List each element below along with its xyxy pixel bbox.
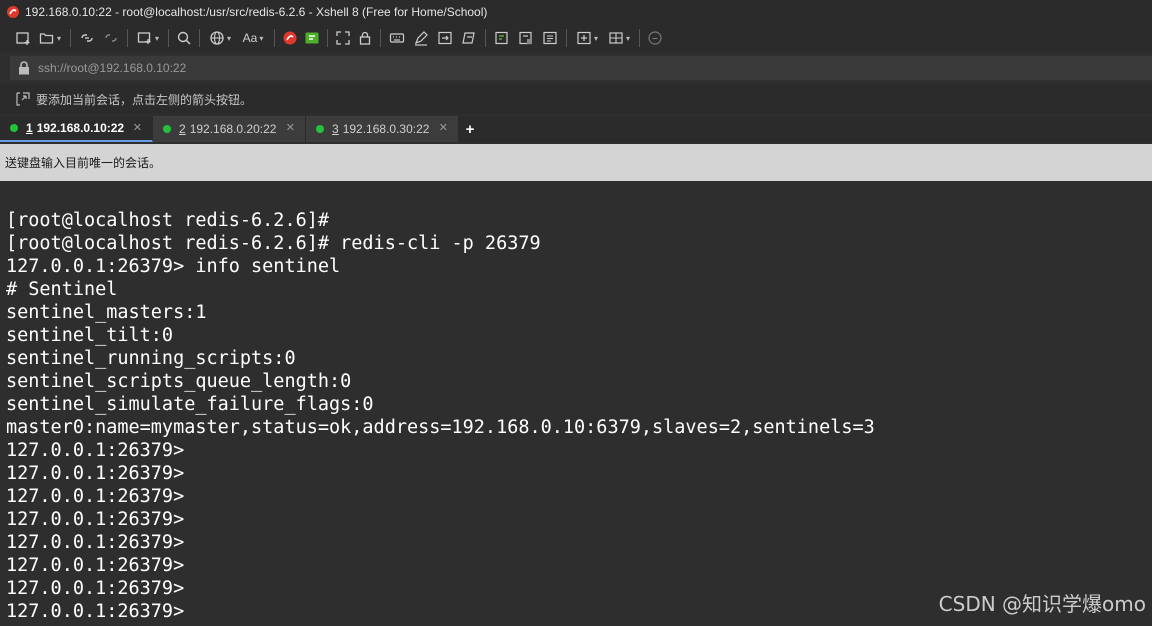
transfer-icon[interactable] [433, 27, 457, 49]
terminal-line: 127.0.0.1:26379> [6, 463, 185, 484]
tab-number: 2 [179, 122, 186, 136]
tab-label: 192.168.0.10:22 [36, 121, 125, 135]
compose-bar[interactable]: 送键盘输入目前唯一的会话。 [0, 144, 1152, 181]
new-window-icon[interactable]: ▾ [132, 27, 164, 49]
terminal-output[interactable]: [root@localhost redis-6.2.6]# [root@local… [0, 181, 1152, 626]
lock-icon[interactable] [354, 27, 376, 49]
tab-session-3[interactable]: 3 192.168.0.30:22 ✕ [306, 116, 459, 142]
new-window-dropdown-icon[interactable]: ▾ [155, 34, 159, 43]
toolbar-separator [639, 29, 640, 47]
address-input[interactable]: ssh://root@192.168.0.10:22 [38, 61, 186, 75]
script-icon[interactable] [457, 27, 481, 49]
main-toolbar: ▾ ▾ ▾ Aa ▾ ▾ ▾ [0, 24, 1152, 52]
connected-status-icon [163, 125, 171, 133]
toolbar-separator [485, 29, 486, 47]
toolbar-separator [168, 29, 169, 47]
fullscreen-icon[interactable] [332, 27, 354, 49]
add-session-arrow-icon[interactable] [16, 92, 34, 106]
tab-number: 1 [26, 121, 33, 135]
lock-icon [10, 61, 38, 75]
toolbar-separator [327, 29, 328, 47]
terminal-line: [root@localhost redis-6.2.6]# [6, 210, 330, 231]
terminal-line: sentinel_masters:1 [6, 302, 207, 323]
tab-session-2[interactable]: 2 192.168.0.20:22 ✕ [153, 116, 306, 142]
disconnect-icon[interactable] [99, 27, 123, 49]
compose-icon[interactable] [490, 27, 514, 49]
window-title: 192.168.0.10:22 - root@localhost:/usr/sr… [25, 5, 488, 19]
new-session-icon[interactable] [12, 27, 34, 49]
connected-status-icon [10, 124, 18, 132]
close-icon[interactable]: ✕ [439, 121, 448, 134]
font-button[interactable]: Aa ▾ [236, 27, 270, 49]
terminal-line: 127.0.0.1:26379> [6, 486, 185, 507]
terminal-line: sentinel_tilt:0 [6, 325, 174, 346]
toolbar-separator [380, 29, 381, 47]
hint-text: 要添加当前会话，点击左侧的箭头按钮。 [36, 92, 253, 107]
font-label: Aa [242, 31, 258, 45]
terminal-line: 127.0.0.1:26379> [6, 509, 185, 530]
session-tab-bar: 1 192.168.0.10:22 ✕ 2 192.168.0.20:22 ✕ … [0, 116, 1152, 142]
xftp-icon[interactable] [301, 27, 323, 49]
globe-dropdown-icon[interactable]: ▾ [227, 34, 231, 43]
toolbar-separator [199, 29, 200, 47]
highlight-pen-icon[interactable] [409, 27, 433, 49]
close-icon[interactable]: ✕ [286, 121, 295, 134]
layout-icon[interactable]: ▾ [603, 27, 635, 49]
globe-icon[interactable]: ▾ [204, 27, 236, 49]
watermark: CSDN @知识学爆omo [938, 592, 1146, 616]
compose-pane-icon[interactable] [514, 27, 538, 49]
toolbar-separator [127, 29, 128, 47]
terminal-line: # Sentinel [6, 279, 118, 300]
terminal-line: master0:name=mymaster,status=ok,address=… [6, 417, 875, 438]
address-bar[interactable]: ssh://root@192.168.0.10:22 [10, 56, 1152, 80]
session-hint-bar: 要添加当前会话，点击左侧的箭头按钮。 [0, 84, 1152, 114]
compose-bar-text: 送键盘输入目前唯一的会话。 [5, 156, 162, 170]
title-bar: 192.168.0.10:22 - root@localhost:/usr/sr… [0, 0, 1152, 24]
tab-number: 3 [332, 122, 339, 136]
toolbar-separator [274, 29, 275, 47]
terminal-line: sentinel_running_scripts:0 [6, 348, 296, 369]
tab-session-1[interactable]: 1 192.168.0.10:22 ✕ [0, 116, 153, 142]
add-tab-dropdown-icon[interactable]: ▾ [594, 34, 598, 43]
tab-label: 192.168.0.30:22 [342, 122, 430, 136]
search-icon[interactable] [173, 27, 195, 49]
terminal-line: 127.0.0.1:26379> [6, 555, 185, 576]
notes-icon[interactable] [538, 27, 562, 49]
add-tab-icon[interactable]: ▾ [571, 27, 603, 49]
close-icon[interactable]: ✕ [133, 121, 142, 134]
terminal-line: 127.0.0.1:26379> [6, 440, 185, 461]
layout-dropdown-icon[interactable]: ▾ [626, 34, 630, 43]
terminal-line: 127.0.0.1:26379> [6, 578, 185, 599]
terminal-line: sentinel_simulate_failure_flags:0 [6, 394, 374, 415]
terminal-line: 127.0.0.1:26379> info sentinel [6, 256, 341, 277]
terminal-line: 127.0.0.1:26379> [6, 601, 185, 622]
terminal-line: [root@localhost redis-6.2.6]# redis-cli … [6, 233, 541, 254]
keyboard-icon[interactable] [385, 27, 409, 49]
help-icon[interactable] [644, 27, 666, 49]
connect-icon[interactable] [75, 27, 99, 49]
tab-label: 192.168.0.20:22 [189, 122, 277, 136]
font-dropdown-icon[interactable]: ▾ [259, 34, 263, 43]
xshell-icon[interactable] [279, 27, 301, 49]
terminal-line: sentinel_scripts_queue_length:0 [6, 371, 352, 392]
terminal-line: 127.0.0.1:26379> [6, 532, 185, 553]
open-folder-icon[interactable]: ▾ [34, 27, 66, 49]
new-tab-button[interactable]: + [459, 116, 481, 142]
toolbar-separator [70, 29, 71, 47]
connected-status-icon [316, 125, 324, 133]
toolbar-separator [566, 29, 567, 47]
xshell-logo-icon [5, 4, 21, 20]
open-folder-dropdown-icon[interactable]: ▾ [57, 34, 61, 43]
